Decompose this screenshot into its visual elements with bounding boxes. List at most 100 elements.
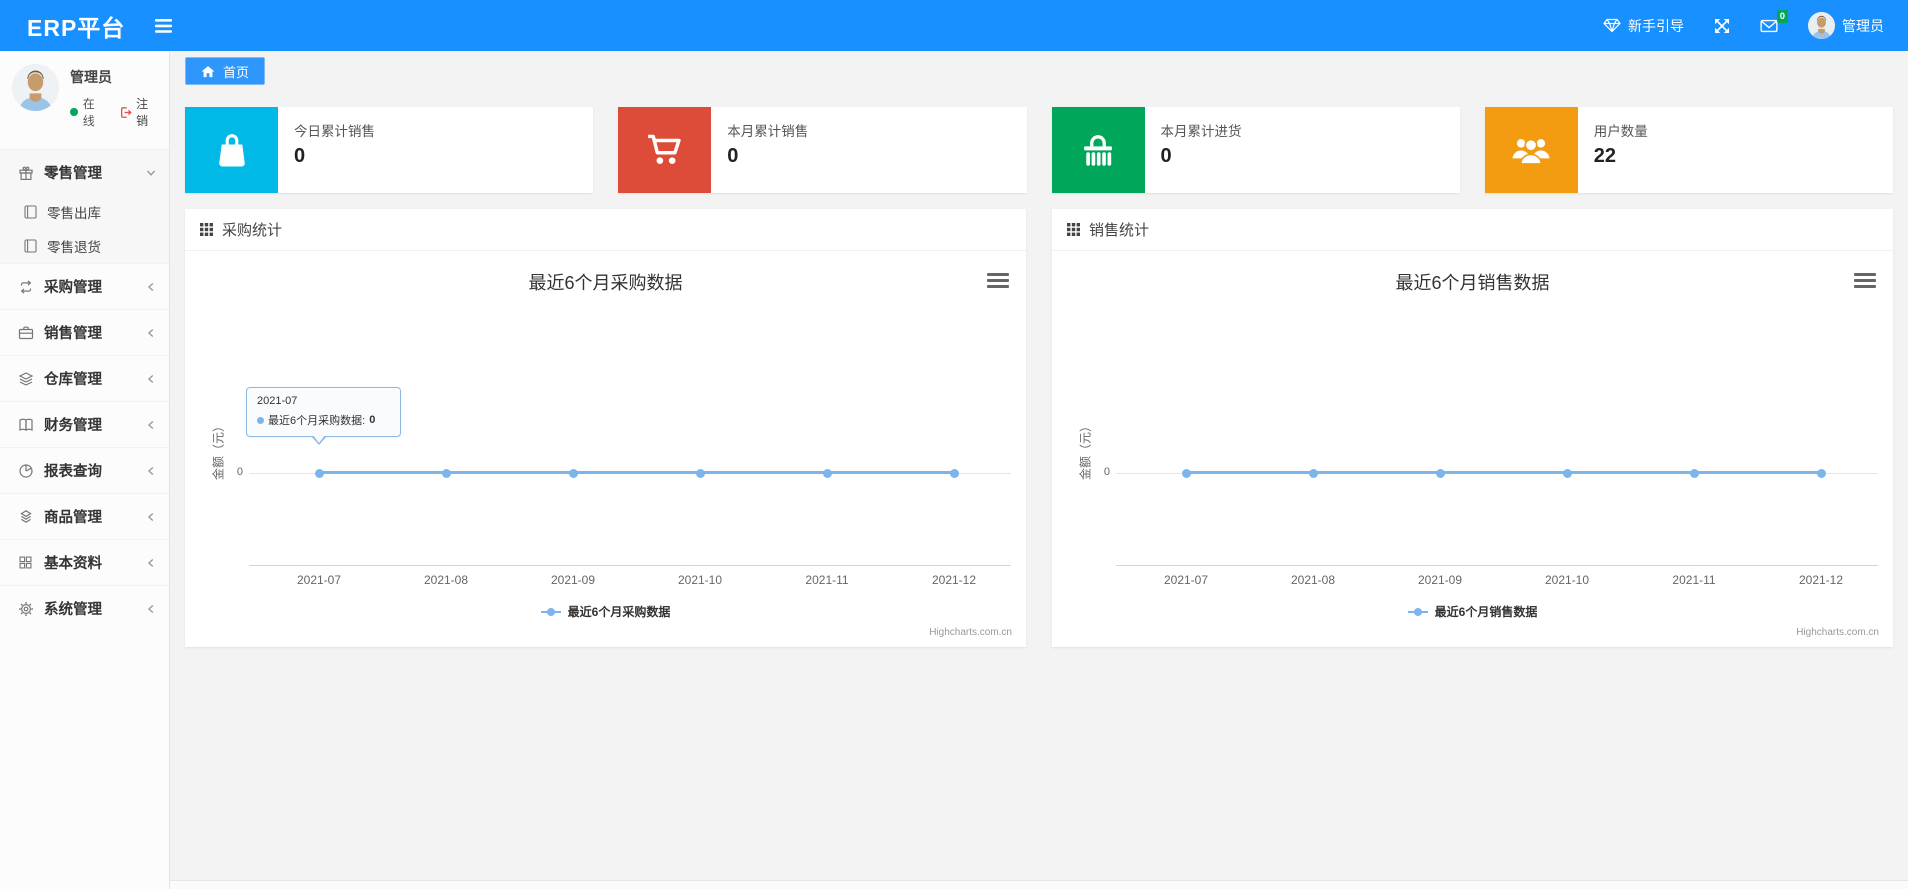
legend-label: 最近6个月销售数据: [1434, 605, 1538, 619]
envelope-icon: [1760, 19, 1778, 33]
tooltip-value: 0: [369, 414, 376, 426]
sign-out-icon: [119, 106, 132, 119]
gift-icon: [17, 165, 34, 181]
sidebar-item-warehouse[interactable]: 仓库管理: [0, 355, 169, 401]
card-value: 22: [1593, 145, 1616, 167]
sidebar-item-label: 报表查询: [44, 464, 102, 480]
purchase-stats-panel: 采购统计 最近6个月采购数据 金额（元） 0 2021-07 2021-08 2…: [185, 209, 1026, 647]
data-point[interactable]: [441, 468, 451, 478]
avatar: [12, 64, 59, 111]
sidebar-item-purchase[interactable]: 采购管理: [0, 263, 169, 309]
x-axis-label: 2021-08: [1290, 573, 1336, 587]
data-point[interactable]: [568, 468, 578, 478]
sidebar-item-label: 销售管理: [44, 326, 102, 342]
breadcrumb-home-label: 首页: [223, 64, 250, 80]
card-value: 0: [727, 145, 739, 167]
breadcrumb-home-tab[interactable]: 首页: [185, 57, 266, 85]
legend-line-marker: [540, 607, 561, 616]
th-grid-icon: [200, 223, 213, 236]
data-point[interactable]: [314, 468, 324, 478]
data-point[interactable]: [1562, 468, 1572, 478]
sidebar-item-label: 财务管理: [44, 418, 102, 434]
data-point[interactable]: [1689, 468, 1699, 478]
sidebar-item-basic-data[interactable]: 基本资料: [0, 539, 169, 585]
card-value: 0: [1160, 145, 1172, 167]
card-title: 本月累计进货: [1160, 124, 1242, 139]
highcharts-credit[interactable]: Highcharts.com.cn: [1796, 627, 1879, 638]
chart-context-menu-button[interactable]: [987, 273, 1009, 288]
chart-tooltip: 2021-07 最近6个月采购数据: 0: [246, 387, 401, 445]
sidebar-item-label: 仓库管理: [44, 372, 102, 388]
guide-button[interactable]: 新手引导: [1603, 16, 1684, 36]
navbar-right: 新手引导 0 管理员: [1573, 9, 1884, 39]
data-point[interactable]: [1435, 468, 1445, 478]
sidebar-user-meta: 管理员 在线 注销: [70, 64, 159, 129]
x-axis-line: [249, 565, 1011, 566]
sidebar-item-goods[interactable]: 商品管理: [0, 493, 169, 539]
online-status-dot: [70, 108, 78, 116]
data-point[interactable]: [1816, 468, 1826, 478]
legend-line-marker: [1407, 607, 1428, 616]
legend-item[interactable]: 最近6个月销售数据: [1052, 603, 1893, 620]
data-point[interactable]: [1308, 468, 1318, 478]
gem-icon: [1603, 18, 1621, 33]
chevron-left-icon: [146, 466, 156, 476]
sidebar-item-retail-outbound[interactable]: 零售出库: [0, 195, 169, 229]
sidebar-user-name: 管理员: [70, 69, 112, 85]
sidebar-item-retail[interactable]: 零售管理: [0, 149, 169, 195]
panel-title: 销售统计: [1089, 222, 1150, 239]
highcharts-credit[interactable]: Highcharts.com.cn: [929, 627, 1012, 638]
x-axis-line: [1116, 565, 1878, 566]
chevron-down-icon: [146, 168, 156, 178]
sidebar-item-label: 零售管理: [44, 166, 102, 182]
sidebar-user-status: 在线 注销: [70, 95, 159, 129]
legend-item[interactable]: 最近6个月采购数据: [185, 603, 1026, 620]
basket-icon: [1051, 107, 1145, 193]
fullscreen-button[interactable]: [1714, 18, 1730, 34]
sidebar-toggle-button[interactable]: [155, 18, 173, 33]
x-axis-label: 2021-08: [423, 573, 469, 587]
sidebar-item-finance[interactable]: 财务管理: [0, 401, 169, 447]
chart-title: 最近6个月销售数据: [1395, 273, 1550, 293]
stat-card-month-purchase[interactable]: 本月累计进货 0: [1051, 107, 1460, 193]
sidebar-item-reports[interactable]: 报表查询: [0, 447, 169, 493]
panel-title: 采购统计: [222, 222, 283, 239]
card-title: 本月累计销售: [727, 124, 809, 139]
chart-context-menu-button[interactable]: [1854, 273, 1876, 288]
sidebar-item-retail-return[interactable]: 零售退货: [0, 229, 169, 263]
data-point[interactable]: [1181, 468, 1191, 478]
data-point[interactable]: [695, 468, 705, 478]
page-footer: [170, 880, 1908, 889]
repeat-icon: [17, 279, 34, 295]
tooltip-header: 2021-07: [257, 395, 298, 407]
pie-chart-icon: [17, 463, 34, 479]
sidebar-item-system[interactable]: 系统管理: [0, 585, 169, 631]
chevron-left-icon: [146, 420, 156, 430]
navbar-user-name: 管理员: [1842, 17, 1884, 34]
box-icon: [17, 509, 34, 525]
data-point[interactable]: [949, 468, 959, 478]
layers-icon: [17, 371, 34, 387]
sidebar-item-label: 零售退货: [47, 240, 101, 255]
journal-icon: [22, 239, 39, 253]
x-axis-label: 2021-11: [805, 573, 849, 587]
stat-card-today-sales[interactable]: 今日累计销售 0: [185, 107, 594, 193]
th-grid-icon: [1067, 223, 1080, 236]
tooltip-series-label: 最近6个月采购数据:: [268, 415, 366, 427]
stat-card-month-sales[interactable]: 本月累计销售 0: [618, 107, 1027, 193]
navbar-user-menu[interactable]: 管理员: [1808, 12, 1884, 39]
online-status-label: 在线: [82, 97, 95, 128]
series-line: [1186, 471, 1821, 474]
x-axis-label: 2021-07: [1163, 573, 1209, 587]
app-logo[interactable]: ERP平台: [27, 9, 125, 43]
sidebar-item-label: 系统管理: [44, 602, 102, 618]
stat-card-user-count[interactable]: 用户数量 22: [1484, 107, 1893, 193]
logout-link[interactable]: 注销: [119, 95, 159, 129]
grid-icon: [17, 555, 34, 570]
data-point[interactable]: [822, 468, 832, 478]
x-axis-label: 2021-10: [1544, 573, 1590, 587]
purchase-chart: 最近6个月采购数据 金额（元） 0 2021-07 2021-08 2021-0…: [185, 251, 1026, 646]
sidebar-item-sales[interactable]: 销售管理: [0, 309, 169, 355]
sales-chart: 最近6个月销售数据 金额（元） 0 2021-07 2021-08 2021-0…: [1052, 251, 1893, 646]
messages-button[interactable]: 0: [1760, 9, 1788, 33]
